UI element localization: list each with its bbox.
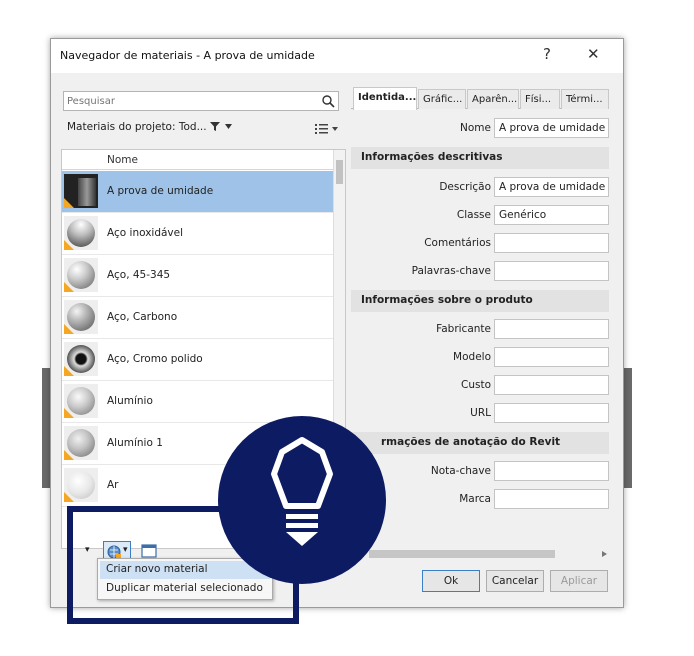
name-field[interactable]: A prova de umidade	[494, 118, 609, 138]
cost-field[interactable]	[494, 375, 609, 395]
mark-field[interactable]	[494, 489, 609, 509]
apply-button[interactable]: Aplicar	[550, 570, 608, 592]
material-row-aco-carbono[interactable]: Aço, Carbono	[62, 297, 334, 339]
model-label: Modelo	[453, 351, 491, 363]
url-field[interactable]	[494, 403, 609, 423]
comments-label: Comentários	[424, 237, 491, 249]
manufacturer-field[interactable]	[494, 319, 609, 339]
ok-button[interactable]: Ok	[422, 570, 480, 592]
filter-label: Materiais do projeto: Tod...	[67, 121, 210, 133]
material-label: Aço, 45-345	[107, 269, 171, 281]
cost-label: Custo	[461, 379, 491, 391]
window-title: Navegador de materiais - A prova de umid…	[60, 49, 315, 62]
class-label: Classe	[456, 209, 491, 221]
comments-field[interactable]	[494, 233, 609, 253]
cancel-button[interactable]: Cancelar	[486, 570, 544, 592]
search-box[interactable]	[63, 91, 339, 111]
material-thumbnail	[64, 300, 98, 334]
search-icon[interactable]	[321, 94, 335, 108]
material-label: Alumínio 1	[107, 437, 163, 449]
scrollbar-thumb[interactable]	[336, 160, 343, 184]
material-row-a-prova-de-umidade[interactable]: A prova de umidade	[62, 171, 334, 213]
column-header: Nome	[62, 150, 334, 170]
chevron-down-icon[interactable]	[225, 124, 233, 129]
material-thumbnail	[64, 174, 98, 208]
material-label: Ar	[107, 479, 119, 491]
properties-hscroll[interactable]	[359, 549, 607, 559]
material-label: Aço inoxidável	[107, 227, 184, 239]
manufacturer-label: Fabricante	[436, 323, 491, 335]
lightbulb-icon	[271, 437, 333, 546]
keywords-field[interactable]	[494, 261, 609, 281]
section-product: Informações sobre o produto	[351, 290, 609, 312]
keywords-label: Palavras-chave	[411, 265, 491, 277]
column-header-name: Nome	[107, 154, 138, 166]
tip-badge	[218, 416, 386, 584]
tab-bar: Identida... Gráfic... Aparên... Físi... …	[351, 87, 609, 110]
material-thumbnail	[64, 426, 98, 460]
tab-identity[interactable]: Identida...	[353, 87, 417, 110]
close-button[interactable]: ✕	[587, 45, 600, 63]
section-descriptive: Informações descritivas	[351, 147, 609, 169]
tab-physical[interactable]: Físi...	[520, 89, 560, 109]
material-thumbnail	[64, 216, 98, 250]
description-label: Descrição	[439, 181, 491, 193]
material-thumbnail	[64, 468, 98, 502]
tab-graphics[interactable]: Gráfic...	[418, 89, 466, 109]
tab-appearance[interactable]: Aparên...	[467, 89, 519, 109]
material-row-aco-cromo-polido[interactable]: Aço, Cromo polido	[62, 339, 334, 381]
keynote-field[interactable]	[494, 461, 609, 481]
list-view-icon[interactable]	[315, 123, 339, 135]
search-input[interactable]	[64, 92, 304, 110]
section-revit-annotation: rmações de anotação do Revit	[351, 432, 609, 454]
funnel-icon[interactable]	[209, 122, 220, 131]
material-row-aco-45-345[interactable]: Aço, 45-345	[62, 255, 334, 297]
material-label: Aço, Carbono	[107, 311, 178, 323]
help-button[interactable]: ?	[543, 45, 551, 63]
hscroll-thumb[interactable]	[369, 550, 555, 558]
class-field[interactable]: Genérico	[494, 205, 609, 225]
title-bar: Navegador de materiais - A prova de umid…	[51, 39, 623, 73]
material-thumbnail	[64, 342, 98, 376]
material-thumbnail	[64, 258, 98, 292]
properties-panel: Identida... Gráfic... Aparên... Físi... …	[351, 87, 609, 557]
name-label: Nome	[460, 122, 491, 134]
material-row-aco-inoxidavel[interactable]: Aço inoxidável	[62, 213, 334, 255]
material-label: A prova de umidade	[107, 185, 214, 197]
description-field[interactable]: A prova de umidade	[494, 177, 609, 197]
url-label: URL	[470, 407, 491, 419]
project-materials-filter[interactable]: Materiais do projeto: Tod...	[67, 121, 233, 133]
material-thumbnail	[64, 384, 98, 418]
tab-thermal[interactable]: Térmi...	[561, 89, 609, 109]
model-field[interactable]	[494, 347, 609, 367]
material-label: Aço, Cromo polido	[107, 353, 203, 365]
material-label: Alumínio	[107, 395, 153, 407]
